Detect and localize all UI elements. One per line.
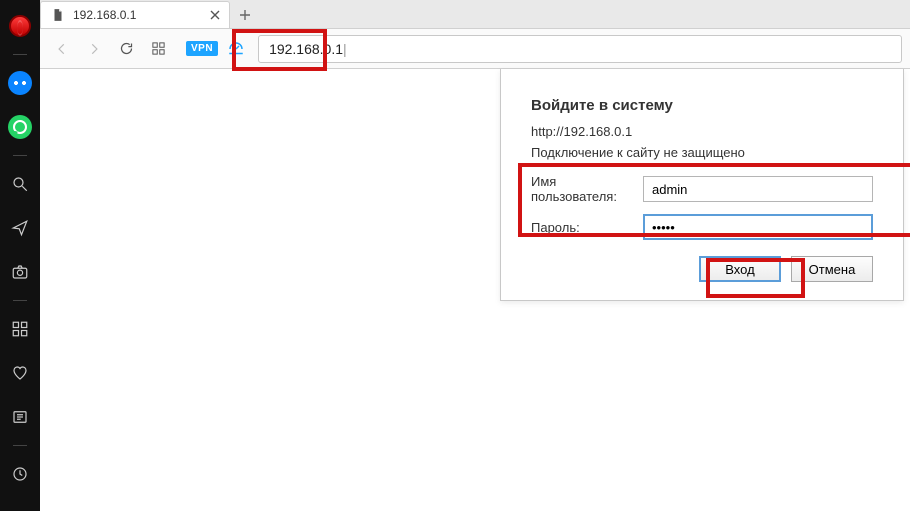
http-auth-dialog: Войдите в систему http://192.168.0.1 Под…	[500, 69, 904, 301]
tab-active[interactable]: 192.168.0.1	[40, 1, 230, 28]
password-label: Пароль:	[531, 220, 643, 235]
nav-forward-button[interactable]	[80, 35, 108, 63]
sidebar-whatsapp[interactable]	[0, 105, 40, 149]
sidebar-send[interactable]	[0, 206, 40, 250]
dialog-warning: Подключение к сайту не защищено	[531, 145, 873, 160]
browser-main: 192.168.0.1 VPN 192.168.0.1|	[40, 0, 910, 511]
password-row: Пароль:	[531, 214, 873, 240]
url-cursor: |	[343, 41, 347, 57]
messenger-icon	[8, 71, 32, 95]
sidebar-history[interactable]	[0, 452, 40, 496]
sidebar-news[interactable]	[0, 395, 40, 439]
sidebar-messenger[interactable]	[0, 61, 40, 105]
sidebar-divider	[13, 445, 27, 446]
plus-icon	[239, 9, 251, 21]
reload-icon	[119, 41, 134, 56]
dialog-title: Войдите в систему	[531, 97, 873, 114]
camera-icon	[11, 263, 29, 281]
page-icon	[51, 8, 65, 22]
url-text: 192.168.0.1	[269, 41, 343, 57]
new-tab-button[interactable]	[230, 1, 260, 28]
clock-icon	[11, 465, 29, 483]
sidebar-search[interactable]	[0, 162, 40, 206]
vpn-badge[interactable]: VPN	[186, 41, 218, 56]
sidebar-divider	[13, 300, 27, 301]
grid-small-icon	[151, 41, 166, 56]
speed-dial-button[interactable]	[144, 35, 172, 63]
heart-icon	[11, 364, 29, 382]
sidebar-divider	[13, 54, 27, 55]
search-icon	[11, 175, 29, 193]
chevron-left-icon	[55, 42, 69, 56]
reload-button[interactable]	[112, 35, 140, 63]
tab-strip: 192.168.0.1	[40, 0, 910, 29]
cancel-button[interactable]: Отмена	[791, 256, 873, 282]
dialog-actions: Вход Отмена	[531, 256, 873, 282]
tab-title: 192.168.0.1	[73, 8, 199, 22]
dialog-host: http://192.168.0.1	[531, 124, 873, 139]
grid-icon	[11, 320, 29, 338]
sidebar-divider	[13, 155, 27, 156]
sidebar-speed-dial[interactable]	[0, 307, 40, 351]
nav-back-button[interactable]	[48, 35, 76, 63]
username-input[interactable]	[643, 176, 873, 202]
sidebar-bookmarks[interactable]	[0, 351, 40, 395]
close-icon	[210, 10, 220, 20]
opera-sidebar	[0, 0, 40, 511]
news-icon	[11, 408, 29, 426]
opera-menu-button[interactable]	[0, 4, 40, 48]
address-bar[interactable]: 192.168.0.1|	[258, 35, 902, 63]
chevron-right-icon	[87, 42, 101, 56]
shield-speed-icon	[227, 40, 245, 58]
send-icon	[11, 219, 29, 237]
username-row: Имя пользователя:	[531, 174, 873, 204]
page-content: Войдите в систему http://192.168.0.1 Под…	[40, 69, 910, 511]
username-label: Имя пользователя:	[531, 174, 643, 204]
opera-logo-icon	[9, 15, 31, 37]
tab-close-button[interactable]	[207, 7, 223, 23]
password-input[interactable]	[643, 214, 873, 240]
adblock-button[interactable]	[222, 35, 250, 63]
sidebar-snapshot[interactable]	[0, 250, 40, 294]
login-button[interactable]: Вход	[699, 256, 781, 282]
toolbar: VPN 192.168.0.1|	[40, 29, 910, 69]
whatsapp-icon	[8, 115, 32, 139]
